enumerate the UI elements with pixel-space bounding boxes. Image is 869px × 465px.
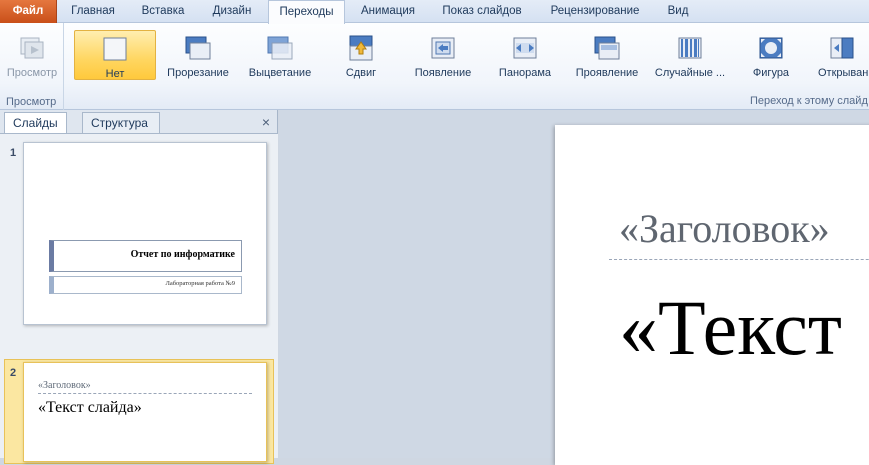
pan-icon — [513, 37, 537, 59]
tab-animation[interactable]: Анимация — [350, 0, 426, 23]
thumb-title: Отчет по информатике — [130, 249, 235, 260]
thumb-title-box: Отчет по информатике — [49, 240, 242, 272]
tab-transitions[interactable]: Переходы — [268, 0, 345, 24]
transitions-group-label: Переход к этому слайд — [750, 95, 868, 107]
transition-shape-button[interactable]: Фигура — [740, 30, 802, 80]
tab-review[interactable]: Рецензирование — [540, 0, 650, 23]
slide-number: 2 — [10, 367, 17, 379]
preview-button[interactable]: Просмотр — [2, 30, 62, 80]
main-slide[interactable]: «Заголовок» «Текст — [555, 125, 869, 465]
thumb-divider — [38, 393, 252, 394]
transition-cut-button[interactable]: Прорезание — [160, 30, 236, 80]
pane-tabs: Слайды Структура × — [0, 110, 278, 133]
tab-outline[interactable]: Структура — [82, 112, 160, 133]
close-icon[interactable]: × — [262, 114, 270, 130]
tab-home[interactable]: Главная — [63, 0, 123, 23]
uncover-icon — [830, 37, 854, 59]
transition-fade-button[interactable]: Выцветание — [242, 30, 318, 80]
tab-view[interactable]: Вид — [658, 0, 698, 23]
tab-insert[interactable]: Вставка — [131, 0, 195, 23]
transition-push-button[interactable]: Сдвиг — [326, 30, 396, 80]
transition-reveal-button[interactable]: Проявление — [568, 30, 646, 80]
slide-title-placeholder[interactable]: «Заголовок» — [619, 205, 830, 252]
slide-thumbnail-2[interactable]: «Заголовок» «Текст слайда» — [23, 362, 267, 462]
tab-slides[interactable]: Слайды — [4, 112, 67, 133]
thumb-subtitle: Лабораторная работа №9 — [165, 280, 235, 287]
slide-body-placeholder[interactable]: «Текст — [619, 283, 842, 373]
preview-group-label: Просмотр — [6, 96, 57, 108]
push-icon — [349, 35, 373, 61]
reveal-icon — [594, 36, 620, 60]
transition-uncover-button[interactable]: Открыван — [812, 30, 869, 80]
none-icon — [103, 37, 127, 61]
thumb-subtitle-box: Лабораторная работа №9 — [49, 276, 242, 294]
tab-slideshow[interactable]: Показ слайдов — [432, 0, 532, 23]
fade-icon — [267, 36, 293, 60]
tab-file[interactable]: Файл — [0, 0, 57, 23]
preview-icon — [20, 37, 44, 59]
transition-random-bars-button[interactable]: Случайные ... — [652, 30, 728, 80]
random-bars-icon — [678, 37, 702, 59]
ribbon-tab-bar: Файл Главная Вставка Дизайн Переходы Ани… — [0, 0, 869, 24]
transition-none-button[interactable]: Нет — [74, 30, 156, 80]
title-divider — [609, 259, 869, 260]
slide-number: 1 — [10, 147, 17, 159]
slide-thumbnails: 1 Отчет по информатике Лабораторная рабо… — [0, 133, 278, 464]
tab-design[interactable]: Дизайн — [201, 0, 263, 23]
transition-pan-button[interactable]: Панорама — [490, 30, 560, 80]
thumb-body: «Текст слайда» — [38, 399, 142, 416]
cut-icon — [185, 36, 211, 60]
ribbon: Просмотр Просмотр Нет Прорезание Выцвета… — [0, 23, 869, 110]
shape-icon — [759, 37, 783, 59]
appear-icon — [431, 37, 455, 59]
preview-group: Просмотр Просмотр — [0, 23, 64, 110]
transition-appear-button[interactable]: Появление — [404, 30, 482, 80]
slide-thumbnail-1[interactable]: Отчет по информатике Лабораторная работа… — [23, 142, 267, 325]
slide-canvas: «Заголовок» «Текст — [279, 110, 869, 465]
thumb-title: «Заголовок» — [38, 380, 91, 391]
slides-pane: Слайды Структура × 1 Отчет по информатик… — [0, 110, 278, 464]
